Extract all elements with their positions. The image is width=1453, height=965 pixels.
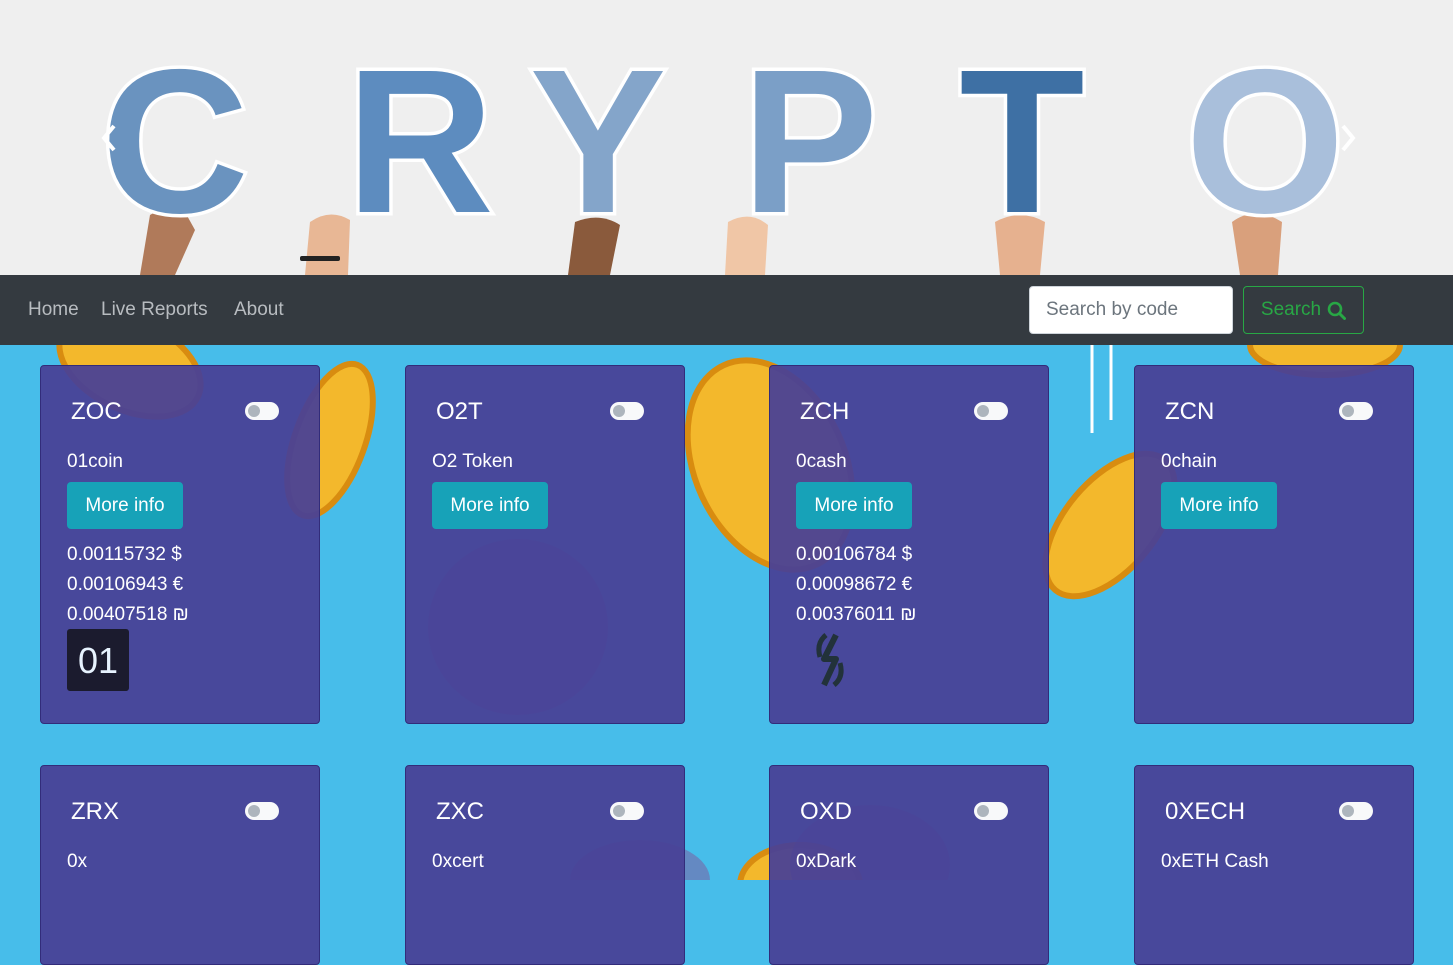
more-info-button[interactable]: More info <box>796 482 912 529</box>
coin-toggle-switch[interactable] <box>245 402 279 420</box>
hero-letter-o: O <box>1185 27 1344 256</box>
carousel-prev-button[interactable] <box>94 120 124 156</box>
coin-toggle-switch[interactable] <box>974 402 1008 420</box>
price-eur: 0.00098672 € <box>796 574 913 595</box>
carousel-next-button[interactable] <box>1333 120 1363 156</box>
coin-code: ZCN <box>1165 398 1215 425</box>
coin-toggle-switch[interactable] <box>610 802 644 820</box>
0cash-logo <box>796 629 858 691</box>
coin-toggle-switch[interactable] <box>1339 402 1373 420</box>
coin-name: 01coin <box>67 451 123 472</box>
hero-letter-t: T <box>959 27 1084 256</box>
coin-card-zoc: ZOC 01coin More info 0.00115732 $ 0.0010… <box>40 365 320 724</box>
coin-toggle-switch[interactable] <box>974 802 1008 820</box>
coin-code: OXD <box>800 798 853 825</box>
price-eur: 0.00106943 € <box>67 574 184 595</box>
nav-live-reports[interactable]: Live Reports <box>101 299 208 321</box>
hero-letter-r: R <box>346 27 494 256</box>
price-usd: 0.00106784 $ <box>796 544 913 565</box>
coin-code: ZOC <box>71 398 122 425</box>
top-navbar: Home Live Reports About <box>0 275 1453 345</box>
coin-card-o2t: O2T O2 Token More info <box>405 365 685 724</box>
search-button[interactable]: Search <box>1243 286 1364 334</box>
coin-name: 0xDark <box>796 851 857 872</box>
search-input[interactable] <box>1029 286 1233 334</box>
coin-toggle-switch[interactable] <box>245 802 279 820</box>
coin-name: 0xcert <box>432 851 484 872</box>
chevron-left-icon <box>101 124 116 152</box>
hero-crypto-letters: CRYPTO <box>97 24 1348 260</box>
nav-about[interactable]: About <box>234 299 284 321</box>
crypto-hero-image: CRYPTO <box>97 24 1348 275</box>
more-info-button[interactable]: More info <box>1161 482 1277 529</box>
chevron-right-icon <box>1341 124 1356 152</box>
more-info-button[interactable]: More info <box>67 482 183 529</box>
nav-home[interactable]: Home <box>28 299 79 321</box>
price-usd: 0.00115732 $ <box>67 544 182 565</box>
hero-letter-p: P <box>742 27 879 256</box>
coin-toggle-switch[interactable] <box>1339 802 1373 820</box>
hero-banner: CRYPTO <box>0 0 1453 275</box>
coin-card-zrx: ZRX 0x <box>40 765 320 965</box>
coin-code: O2T <box>436 398 483 425</box>
coin-code: ZCH <box>800 398 850 425</box>
price-ils: 0.00376011 ₪ <box>796 604 917 625</box>
coin-name: 0x <box>67 851 88 872</box>
coin-toggle-switch[interactable] <box>610 402 644 420</box>
coin-name: O2 Token <box>432 451 513 472</box>
svg-text:01: 01 <box>78 640 118 681</box>
price-ils: 0.00407518 ₪ <box>67 604 189 625</box>
hero-letter-y: Y <box>530 27 667 256</box>
coin-name: 0chain <box>1161 451 1217 472</box>
coin-code: 0XECH <box>1165 798 1246 825</box>
coin-name: 0cash <box>796 451 847 472</box>
coin-card-zch: ZCH 0cash More info 0.00106784 $ 0.00098… <box>769 365 1049 724</box>
coin-name: 0xETH Cash <box>1161 851 1269 872</box>
coin-card-zxc: ZXC 0xcert <box>405 765 685 965</box>
01coin-logo: 01 <box>67 629 129 691</box>
coin-code: ZXC <box>436 798 484 825</box>
coin-card-zcn: ZCN 0chain More info <box>1134 365 1414 724</box>
hands-illustration <box>140 209 1282 275</box>
magnifier-icon <box>1327 301 1347 320</box>
coin-card-0xech: 0XECH 0xETH Cash <box>1134 765 1414 965</box>
coin-card-oxd: OXD 0xDark <box>769 765 1049 965</box>
coin-code: ZRX <box>71 798 119 825</box>
search-button-label: Search <box>1260 299 1322 320</box>
more-info-button[interactable]: More info <box>432 482 548 529</box>
